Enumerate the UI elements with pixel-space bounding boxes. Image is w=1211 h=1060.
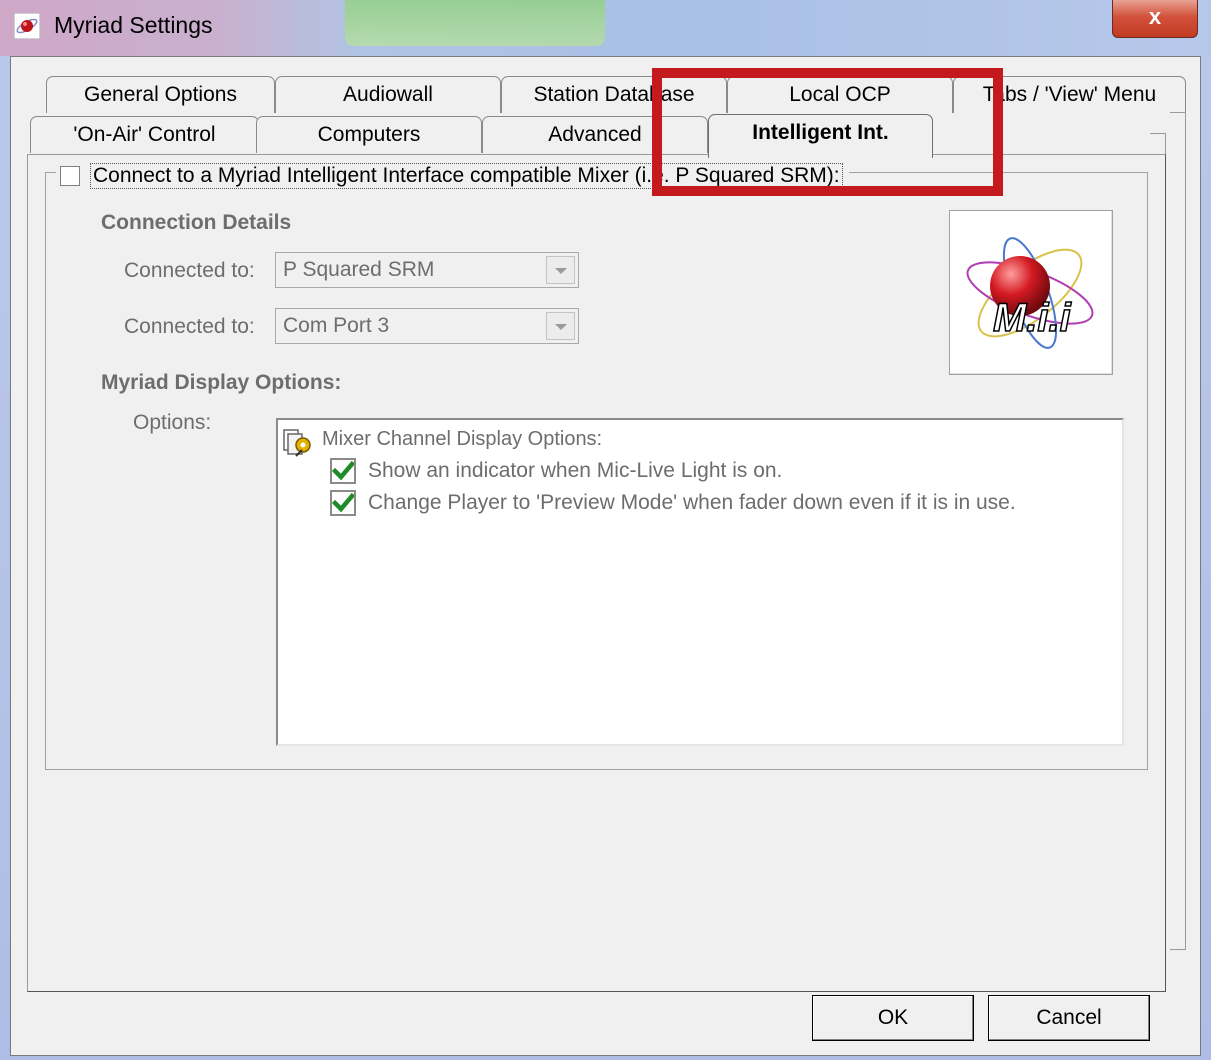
- checkmark-icon: [332, 492, 354, 513]
- tab-on-air-control[interactable]: 'On-Air' Control: [30, 116, 259, 153]
- window-title: Myriad Settings: [54, 12, 213, 38]
- connection-details-heading: Connection Details: [101, 211, 292, 234]
- com-port-value: Com Port 3: [283, 314, 390, 337]
- mii-logo: M.i.i: [949, 210, 1113, 375]
- option-preview-mode[interactable]: Change Player to 'Preview Mode' when fad…: [330, 490, 1016, 516]
- window-frame: Myriad Settings x General Options Audiow…: [0, 0, 1211, 1060]
- mic-live-indicator-checkbox[interactable]: [330, 458, 356, 484]
- settings-folder-icon: [283, 429, 311, 457]
- tab-computers[interactable]: Computers: [256, 116, 482, 153]
- preview-mode-label: Change Player to 'Preview Mode' when fad…: [368, 491, 1016, 514]
- display-options-heading: Myriad Display Options:: [101, 371, 342, 394]
- app-icon: [14, 13, 40, 39]
- chevron-down-icon[interactable]: [546, 312, 575, 340]
- preview-mode-checkbox[interactable]: [330, 490, 356, 516]
- com-port-select[interactable]: Com Port 3: [275, 308, 579, 344]
- annotation-highlight-box: [652, 68, 1003, 196]
- mii-logo-icon: M.i.i: [966, 237, 1094, 349]
- option-mic-live-indicator[interactable]: Show an indicator when Mic-Live Light is…: [330, 458, 782, 484]
- options-label: Options:: [133, 411, 212, 434]
- connected-to-label: Connected to:: [124, 259, 255, 282]
- close-button[interactable]: x: [1112, 0, 1198, 38]
- tab-general-options[interactable]: General Options: [46, 76, 275, 113]
- options-tree[interactable]: Mixer Channel Display Options: Show an i…: [276, 418, 1124, 746]
- mixer-type-select[interactable]: P Squared SRM: [275, 252, 579, 288]
- cancel-button[interactable]: Cancel: [988, 995, 1150, 1041]
- mii-logo-text: M.i.i: [993, 296, 1072, 340]
- mixer-type-value: P Squared SRM: [283, 258, 435, 281]
- tree-node-mixer-channel[interactable]: Mixer Channel Display Options:: [322, 428, 602, 451]
- tab-audiowall[interactable]: Audiowall: [275, 76, 501, 113]
- chevron-down-icon[interactable]: [546, 256, 575, 284]
- mic-live-indicator-label: Show an indicator when Mic-Live Light is…: [368, 459, 783, 482]
- enable-mixer-checkbox[interactable]: [60, 166, 80, 186]
- checkmark-icon: [332, 460, 354, 481]
- tab-page-back: [1170, 112, 1186, 950]
- title-bar[interactable]: Myriad Settings x: [0, 0, 1211, 56]
- title-bar-glow: [345, 0, 605, 46]
- connected-to-label: Connected to:: [124, 315, 255, 338]
- ok-button[interactable]: OK: [812, 995, 974, 1041]
